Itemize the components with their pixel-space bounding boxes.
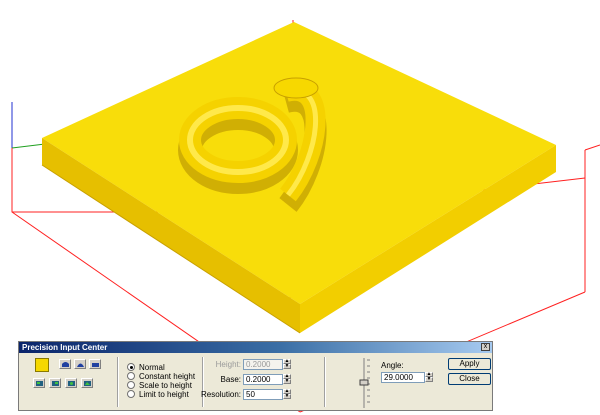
flat-shape-icon[interactable] <box>89 359 101 369</box>
radio-constant-height[interactable]: Constant height <box>127 372 195 381</box>
close-icon[interactable]: x <box>481 343 490 351</box>
base-stepper[interactable]: ▲ ▼ <box>283 374 291 385</box>
color-swatch[interactable] <box>35 358 49 372</box>
radio-label: Constant height <box>139 372 196 381</box>
arch-shape-icon[interactable] <box>59 359 71 369</box>
angle-field[interactable]: 29.0000 <box>381 372 425 383</box>
radio-dot <box>127 390 135 398</box>
radio-dot <box>127 381 135 389</box>
dome-shape-icon[interactable] <box>74 359 86 369</box>
angle-label: Angle: <box>381 361 404 370</box>
radio-normal[interactable]: Normal <box>127 363 165 372</box>
radio-dot <box>127 363 135 371</box>
divider <box>117 357 118 407</box>
style-3-icon[interactable] <box>65 378 77 388</box>
precision-input-panel: Precision Input Center x Normal Constant… <box>18 341 493 411</box>
base-label: Base: <box>220 375 241 384</box>
radio-label: Limit to height <box>139 390 189 399</box>
base-field[interactable]: 0.2000 <box>243 374 283 385</box>
height-label: Height: <box>215 360 241 369</box>
radio-label: Scale to height <box>139 381 192 390</box>
resolution-label: Resolution: <box>200 390 241 399</box>
panel-titlebar[interactable]: Precision Input Center x <box>19 342 492 353</box>
x-axis <box>11 143 46 149</box>
angle-stepper[interactable]: ▲ ▼ <box>425 372 433 383</box>
height-field[interactable]: 0.2000 <box>243 359 283 370</box>
radio-dot <box>127 372 135 380</box>
close-button[interactable]: Close <box>448 373 491 385</box>
resolution-field[interactable]: 50 <box>243 389 283 400</box>
radio-limit-to-height[interactable]: Limit to height <box>127 390 189 399</box>
radio-scale-to-height[interactable]: Scale to height <box>127 381 192 390</box>
divider <box>324 357 325 407</box>
panel-title: Precision Input Center <box>22 343 108 352</box>
radio-label: Normal <box>139 363 165 372</box>
style-2-icon[interactable] <box>49 378 61 388</box>
height-stepper[interactable]: ▲ ▼ <box>283 359 291 370</box>
angle-slider[interactable] <box>357 356 371 410</box>
apply-button[interactable]: Apply <box>448 358 491 370</box>
style-1-icon[interactable] <box>33 378 45 388</box>
style-4-icon[interactable] <box>81 378 93 388</box>
resolution-stepper[interactable]: ▲ ▼ <box>283 389 291 400</box>
